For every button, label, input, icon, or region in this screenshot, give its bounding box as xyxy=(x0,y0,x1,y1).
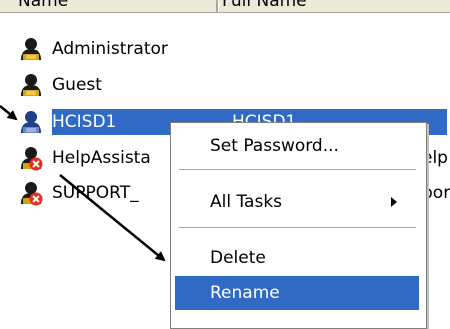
user-row-administrator[interactable]: Administrator xyxy=(18,34,450,64)
context-menu: Set Password... All Tasks Delete Rename xyxy=(170,122,427,329)
column-full-name-header[interactable]: Full Name xyxy=(222,0,442,12)
disabled-user-icon xyxy=(21,182,43,206)
user-name: Administrator xyxy=(52,39,168,59)
submenu-arrow-icon xyxy=(391,197,397,207)
menu-item-rename[interactable]: Rename xyxy=(175,276,419,310)
user-icon xyxy=(21,111,41,133)
user-name: HCISD1 xyxy=(52,112,117,132)
menu-item-label: Rename xyxy=(210,283,280,303)
user-icon xyxy=(21,38,41,60)
column-header: Name Full Name xyxy=(0,0,450,13)
user-name: HelpAssista xyxy=(52,148,151,168)
menu-separator xyxy=(179,227,416,229)
column-divider[interactable] xyxy=(216,0,218,12)
menu-item-set-password[interactable]: Set Password... xyxy=(175,129,419,163)
menu-item-all-tasks[interactable]: All Tasks xyxy=(175,185,419,219)
user-name: SUPPORT_ xyxy=(52,183,139,203)
column-name-header[interactable]: Name xyxy=(18,0,214,12)
menu-separator xyxy=(179,169,416,171)
menu-item-delete[interactable]: Delete xyxy=(175,241,419,275)
menu-item-label: Set Password... xyxy=(210,136,339,156)
menu-item-label: Delete xyxy=(210,248,266,268)
menu-item-label: All Tasks xyxy=(210,192,283,212)
arrow-to-user-icon xyxy=(0,105,18,121)
user-row-guest[interactable]: Guest xyxy=(18,70,450,100)
user-icon xyxy=(21,74,41,96)
user-name: Guest xyxy=(52,75,102,95)
disabled-user-icon xyxy=(21,147,43,171)
local-users-window: Name Full Name Administrator Guest HCISD… xyxy=(0,0,450,329)
